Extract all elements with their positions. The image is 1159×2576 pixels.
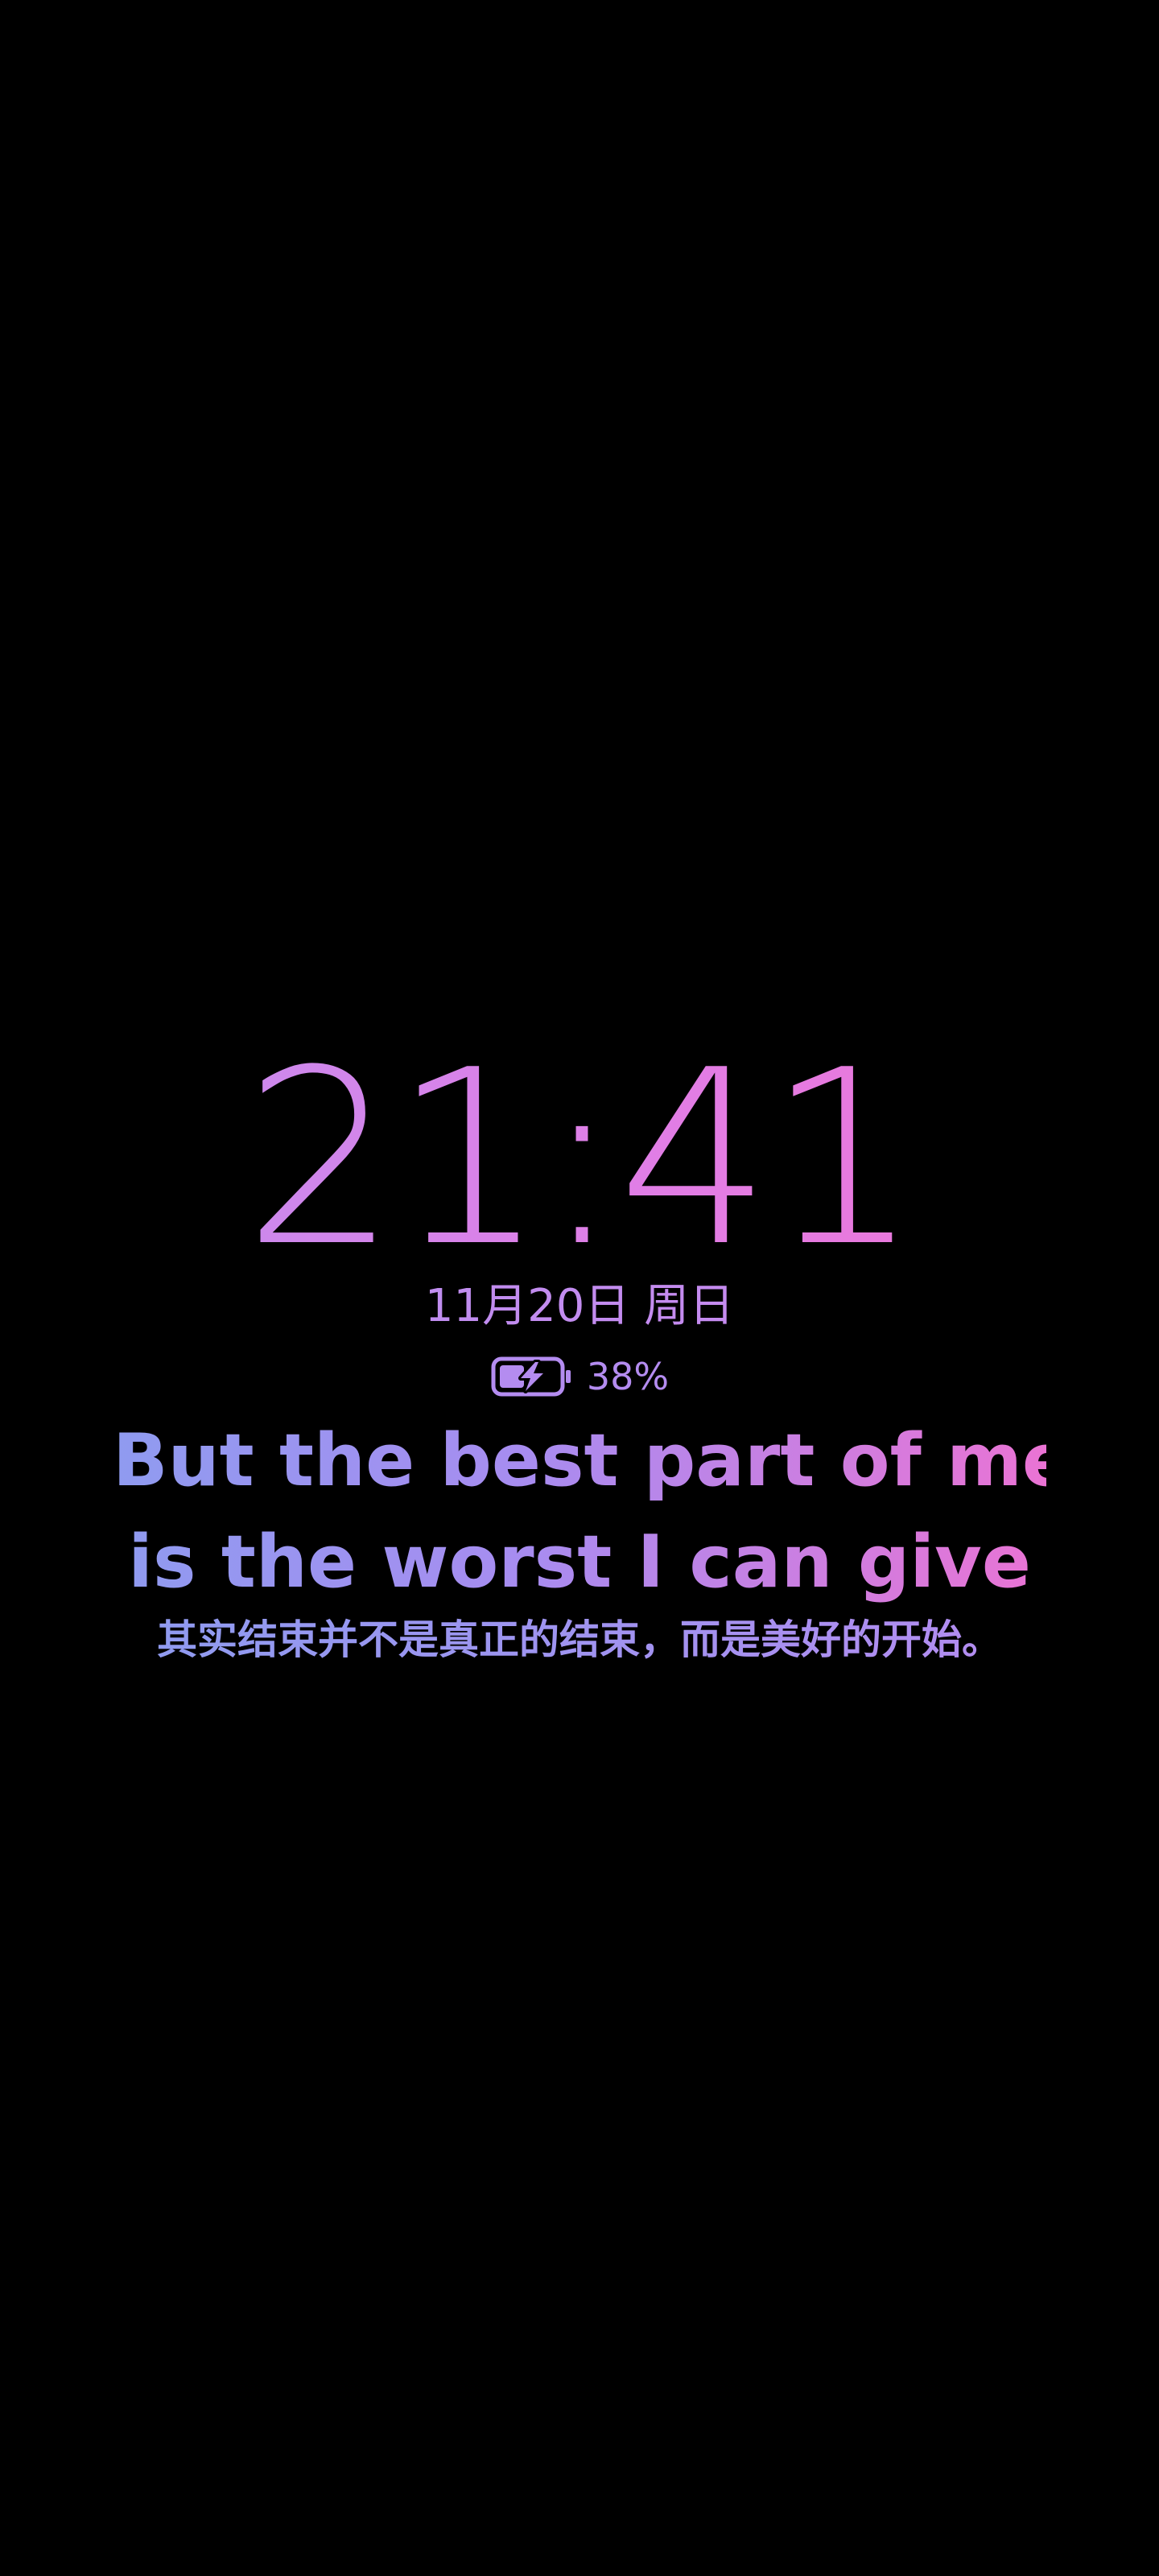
- quote-english-line-1: But the best part of me: [113, 1410, 1071, 1512]
- battery-percent: 38%: [586, 1355, 670, 1398]
- quote-english: But the best part of me is the worst I c…: [113, 1410, 1071, 1613]
- quote-chinese: 其实结束并不是真正的结束，而是美好的开始。: [137, 1610, 1022, 1670]
- date-label: 11月20日 周日: [0, 1274, 1159, 1339]
- clock-time: 21:41: [0, 1038, 1159, 1280]
- quote-english-line-2: is the worst I can give: [113, 1512, 1046, 1613]
- battery-charging-icon: [491, 1356, 571, 1397]
- always-on-display-screen: 21:41 11月20日 周日 38% But the best part of…: [0, 0, 1159, 2576]
- battery-status: 38%: [0, 1352, 1159, 1401]
